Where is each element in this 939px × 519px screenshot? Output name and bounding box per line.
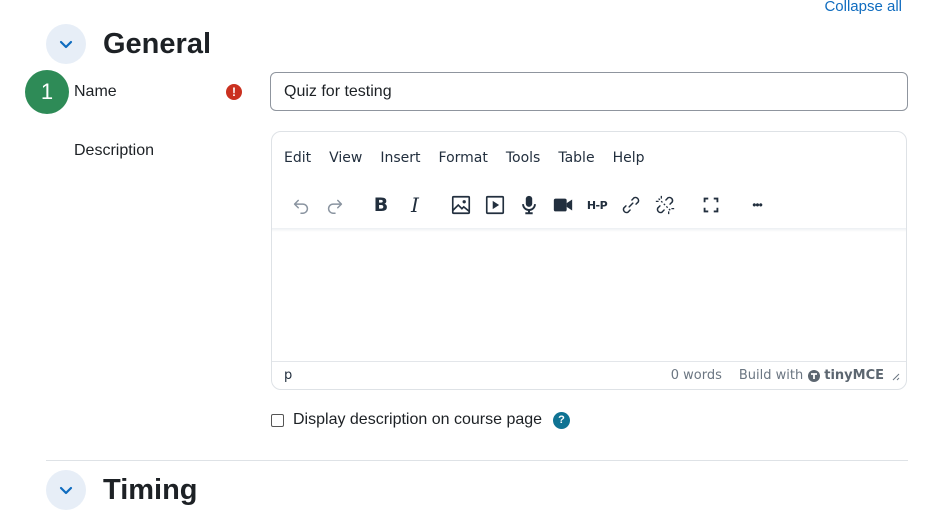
- section-title-general: General: [103, 27, 211, 60]
- menu-view[interactable]: View: [329, 150, 362, 166]
- chevron-down-icon[interactable]: [46, 24, 86, 64]
- tinymce-logo: tinyMCE: [807, 368, 884, 383]
- menu-tools[interactable]: Tools: [506, 150, 541, 166]
- step-badge: 1: [25, 70, 69, 114]
- display-description-label[interactable]: Display description on course page: [293, 411, 542, 429]
- unlink-icon[interactable]: [648, 188, 682, 222]
- collapse-all-link[interactable]: Collapse all: [824, 0, 902, 15]
- editor-toolbar: B I H-P •••: [284, 188, 774, 222]
- microphone-icon[interactable]: [512, 188, 546, 222]
- undo-icon[interactable]: [284, 188, 318, 222]
- menu-insert[interactable]: Insert: [380, 150, 420, 166]
- h5p-icon[interactable]: H-P: [580, 188, 614, 222]
- bold-icon[interactable]: B: [364, 188, 398, 222]
- menu-help[interactable]: Help: [613, 150, 645, 166]
- editor-statusbar: p 0 words Build with tinyMCE: [272, 361, 906, 389]
- section-header-timing: Timing: [46, 470, 198, 510]
- display-description-checkbox[interactable]: [271, 413, 284, 427]
- resize-handle-icon[interactable]: [890, 371, 900, 381]
- fullscreen-icon[interactable]: [694, 188, 728, 222]
- tinymce-brand-link[interactable]: Build with tinyMCE: [739, 368, 884, 383]
- name-input[interactable]: [270, 72, 908, 111]
- section-title-timing: Timing: [103, 473, 198, 506]
- section-divider: [46, 460, 908, 461]
- tinymce-brand-text: tinyMCE: [824, 368, 884, 383]
- video-icon[interactable]: [546, 188, 580, 222]
- element-path[interactable]: p: [284, 368, 292, 383]
- menu-table[interactable]: Table: [558, 150, 594, 166]
- more-icon[interactable]: •••: [740, 188, 774, 222]
- italic-icon[interactable]: I: [398, 188, 432, 222]
- build-with-label: Build with: [738, 368, 804, 383]
- section-header-general: General: [46, 24, 211, 64]
- description-editor: Edit View Insert Format Tools Table Help…: [271, 131, 907, 390]
- link-icon[interactable]: [614, 188, 648, 222]
- tinymce-logo-icon: [808, 369, 821, 382]
- menu-edit[interactable]: Edit: [284, 150, 311, 166]
- required-icon: !: [226, 84, 242, 100]
- media-icon[interactable]: [478, 188, 512, 222]
- display-description-row: Display description on course page ?: [271, 411, 571, 429]
- description-label: Description: [74, 142, 155, 159]
- editor-content-area[interactable]: [272, 232, 906, 362]
- help-icon[interactable]: ?: [553, 411, 571, 429]
- image-icon[interactable]: [444, 188, 478, 222]
- name-label: Name: [74, 83, 117, 100]
- chevron-down-icon[interactable]: [46, 470, 86, 510]
- menu-format[interactable]: Format: [439, 150, 488, 166]
- word-count[interactable]: 0 words: [671, 368, 722, 383]
- redo-icon[interactable]: [318, 188, 352, 222]
- editor-menubar: Edit View Insert Format Tools Table Help: [284, 150, 662, 166]
